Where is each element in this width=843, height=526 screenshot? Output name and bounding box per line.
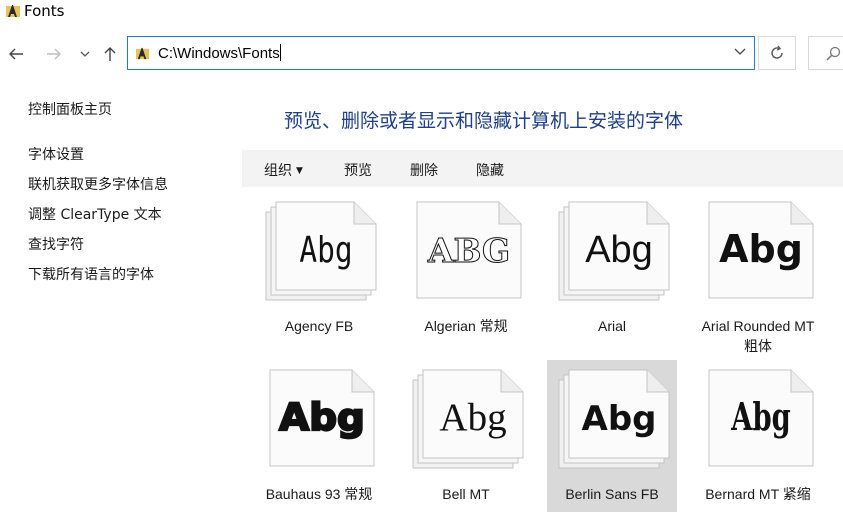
- address-input[interactable]: C:\Windows\Fonts: [158, 44, 281, 62]
- sidebar-link-find-character[interactable]: 查找字符: [28, 234, 84, 254]
- back-button[interactable]: [5, 40, 27, 68]
- search-icon: [826, 46, 841, 61]
- refresh-icon: [771, 45, 783, 59]
- sidebar-link-cleartype[interactable]: 调整 ClearType 文本: [28, 204, 162, 224]
- font-sample-text: Abg: [439, 396, 506, 439]
- dropdown-caret-icon: ▼: [296, 166, 303, 176]
- fonts-folder-icon: [135, 47, 150, 60]
- title-bar: Fonts: [0, 0, 843, 24]
- arrow-left-icon: [9, 48, 23, 60]
- font-file-icon: Abg: [708, 201, 814, 299]
- arrow-right-icon: [47, 48, 61, 60]
- font-tile[interactable]: ABG Algerian 常规: [401, 192, 531, 344]
- window-title: Fonts: [24, 2, 65, 20]
- font-tile[interactable]: Abg Arial Rounded MT 粗体: [693, 192, 823, 354]
- font-tile[interactable]: Abg Bell MT: [401, 360, 531, 512]
- command-bar: 组织 ▼ 预览 删除 隐藏: [242, 150, 843, 187]
- font-name-label: Bauhaus 93 常规: [265, 486, 373, 502]
- sidebar-link-more-font-info[interactable]: 联机获取更多字体信息: [28, 174, 168, 194]
- refresh-button[interactable]: [758, 36, 796, 70]
- fonts-folder-icon: [6, 5, 20, 17]
- font-sample-text: Abg: [279, 396, 365, 439]
- font-family-file-icon: Abg: [558, 201, 670, 301]
- font-family-file-icon: Abg: [558, 369, 670, 469]
- font-tile[interactable]: Abg Arial: [547, 192, 677, 344]
- arrow-up-icon: [104, 47, 116, 61]
- chevron-down-icon[interactable]: [734, 45, 746, 57]
- font-name-label: Bell MT: [442, 486, 490, 502]
- font-tile[interactable]: Abg Bauhaus 93 常规: [254, 360, 384, 512]
- font-sample-text: Abg: [299, 228, 352, 271]
- up-button[interactable]: [99, 40, 121, 68]
- font-sample-text: Abg: [582, 399, 657, 439]
- preview-button[interactable]: 预览: [344, 160, 372, 180]
- font-sample-text: Abg: [719, 227, 803, 271]
- font-family-file-icon: Abg: [412, 369, 524, 469]
- font-name-label: Berlin Sans FB: [565, 486, 659, 502]
- address-bar[interactable]: C:\Windows\Fonts: [127, 36, 755, 70]
- font-sample-text: Abg: [730, 394, 790, 439]
- control-panel-home-link[interactable]: 控制面板主页: [28, 99, 112, 119]
- forward-button[interactable]: [43, 40, 65, 68]
- font-tile[interactable]: Abg Agency FB: [254, 192, 384, 344]
- font-tile[interactable]: Abg Bernard MT 紧缩: [693, 360, 823, 512]
- recent-locations-button[interactable]: [74, 40, 96, 68]
- page-title: 预览、删除或者显示和隐藏计算机上安装的字体: [284, 110, 684, 132]
- sidebar-link-download-fonts[interactable]: 下载所有语言的字体: [28, 264, 154, 284]
- font-file-icon: ABG: [416, 201, 522, 299]
- font-name-label: Arial Rounded MT 粗体: [701, 318, 815, 354]
- font-tile[interactable]: Abg Berlin Sans FB: [547, 360, 677, 512]
- font-sample-text: Abg: [585, 229, 653, 271]
- font-name-label: Bernard MT 紧缩: [705, 486, 811, 502]
- sidebar-link-font-settings[interactable]: 字体设置: [28, 144, 84, 164]
- hide-button[interactable]: 隐藏: [476, 160, 504, 180]
- font-name-label: Agency FB: [284, 318, 354, 334]
- font-sample-text: ABG: [427, 231, 510, 270]
- font-file-icon: Abg: [269, 369, 375, 467]
- font-file-icon: Abg: [708, 369, 814, 467]
- text-cursor: [279, 44, 281, 61]
- font-name-label: Algerian 常规: [424, 318, 508, 334]
- delete-button[interactable]: 删除: [410, 160, 438, 180]
- font-family-file-icon: Abg: [265, 201, 377, 301]
- search-box[interactable]: [808, 36, 843, 70]
- font-name-label: Arial: [597, 318, 626, 334]
- chevron-down-icon: [80, 51, 90, 57]
- organize-button[interactable]: 组织 ▼: [264, 160, 303, 180]
